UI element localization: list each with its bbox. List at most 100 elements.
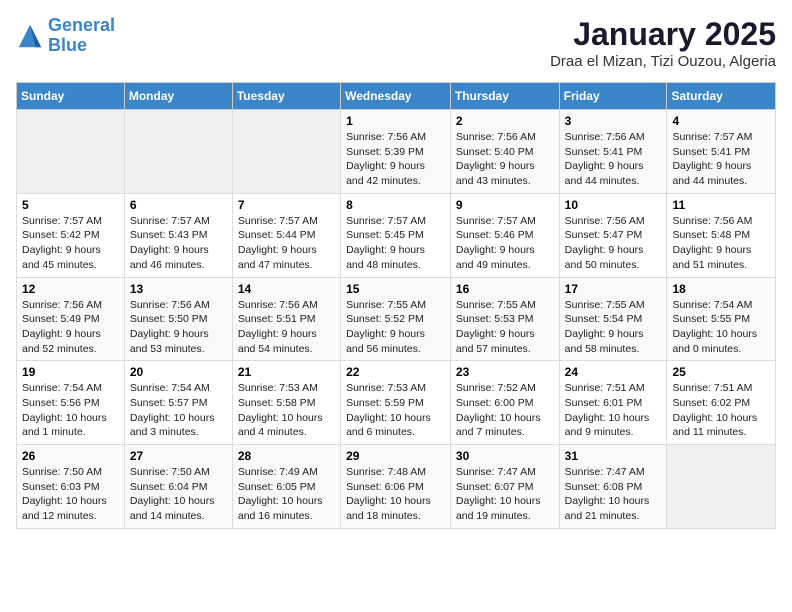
day-number: 20 (130, 365, 227, 379)
calendar-cell: 13 Sunrise: 7:56 AM Sunset: 5:50 PM Dayli… (124, 277, 232, 361)
calendar-cell (124, 110, 232, 194)
day-info: Sunrise: 7:56 AM Sunset: 5:50 PM Dayligh… (130, 298, 227, 357)
day-number: 16 (456, 282, 554, 296)
day-number: 24 (565, 365, 662, 379)
logo-line2: Blue (48, 35, 87, 55)
calendar-cell: 11 Sunrise: 7:56 AM Sunset: 5:48 PM Dayli… (667, 193, 776, 277)
day-info: Sunrise: 7:56 AM Sunset: 5:49 PM Dayligh… (22, 298, 119, 357)
logo-text: General Blue (48, 16, 115, 56)
calendar-cell: 31 Sunrise: 7:47 AM Sunset: 6:08 PM Dayli… (559, 445, 667, 529)
weekday-header: Friday (559, 83, 667, 110)
title-area: January 2025 Draa el Mizan, Tizi Ouzou, … (550, 16, 776, 70)
day-info: Sunrise: 7:56 AM Sunset: 5:51 PM Dayligh… (238, 298, 335, 357)
day-number: 10 (565, 198, 662, 212)
day-number: 6 (130, 198, 227, 212)
day-info: Sunrise: 7:50 AM Sunset: 6:03 PM Dayligh… (22, 465, 119, 524)
calendar-cell: 14Sunrise: 7:56 AM Sunset: 5:51 PM Dayli… (232, 277, 340, 361)
day-number: 8 (346, 198, 445, 212)
calendar-cell: 10 Sunrise: 7:56 AM Sunset: 5:47 PM Dayli… (559, 193, 667, 277)
weekday-header: Wednesday (341, 83, 451, 110)
day-number: 18 (672, 282, 770, 296)
calendar-cell: 17 Sunrise: 7:55 AM Sunset: 5:54 PM Dayli… (559, 277, 667, 361)
day-info: Sunrise: 7:55 AM Sunset: 5:54 PM Dayligh… (565, 298, 662, 357)
day-info: Sunrise: 7:47 AM Sunset: 6:08 PM Dayligh… (565, 465, 662, 524)
calendar-cell: 23 Sunrise: 7:52 AM Sunset: 6:00 PM Dayli… (450, 361, 559, 445)
month-title: January 2025 (550, 16, 776, 53)
day-number: 17 (565, 282, 662, 296)
day-number: 27 (130, 449, 227, 463)
day-number: 2 (456, 114, 554, 128)
weekday-header: Thursday (450, 83, 559, 110)
day-info: Sunrise: 7:54 AM Sunset: 5:57 PM Dayligh… (130, 381, 227, 440)
day-info: Sunrise: 7:57 AM Sunset: 5:42 PM Dayligh… (22, 214, 119, 273)
calendar-cell (17, 110, 125, 194)
calendar-week-row: 12Sunrise: 7:56 AM Sunset: 5:49 PM Dayli… (17, 277, 776, 361)
calendar-cell: 6 Sunrise: 7:57 AM Sunset: 5:43 PM Daylig… (124, 193, 232, 277)
day-number: 21 (238, 365, 335, 379)
weekday-header: Saturday (667, 83, 776, 110)
day-info: Sunrise: 7:55 AM Sunset: 5:52 PM Dayligh… (346, 298, 445, 357)
day-info: Sunrise: 7:47 AM Sunset: 6:07 PM Dayligh… (456, 465, 554, 524)
weekday-header: Tuesday (232, 83, 340, 110)
calendar-cell: 18 Sunrise: 7:54 AM Sunset: 5:55 PM Dayli… (667, 277, 776, 361)
calendar-cell: 2 Sunrise: 7:56 AM Sunset: 5:40 PM Daylig… (450, 110, 559, 194)
day-number: 4 (672, 114, 770, 128)
calendar-cell: 9Sunrise: 7:57 AM Sunset: 5:46 PM Daylig… (450, 193, 559, 277)
calendar-cell: 3Sunrise: 7:56 AM Sunset: 5:41 PM Daylig… (559, 110, 667, 194)
day-info: Sunrise: 7:53 AM Sunset: 5:58 PM Dayligh… (238, 381, 335, 440)
calendar-cell: 30 Sunrise: 7:47 AM Sunset: 6:07 PM Dayli… (450, 445, 559, 529)
logo-line1: General (48, 15, 115, 35)
calendar-cell (667, 445, 776, 529)
day-info: Sunrise: 7:56 AM Sunset: 5:41 PM Dayligh… (565, 130, 662, 189)
day-info: Sunrise: 7:51 AM Sunset: 6:02 PM Dayligh… (672, 381, 770, 440)
day-number: 11 (672, 198, 770, 212)
day-info: Sunrise: 7:50 AM Sunset: 6:04 PM Dayligh… (130, 465, 227, 524)
calendar-cell: 12Sunrise: 7:56 AM Sunset: 5:49 PM Dayli… (17, 277, 125, 361)
weekday-header: Monday (124, 83, 232, 110)
day-info: Sunrise: 7:57 AM Sunset: 5:44 PM Dayligh… (238, 214, 335, 273)
calendar-cell: 21 Sunrise: 7:53 AM Sunset: 5:58 PM Dayli… (232, 361, 340, 445)
day-number: 13 (130, 282, 227, 296)
calendar-cell: 16 Sunrise: 7:55 AM Sunset: 5:53 PM Dayli… (450, 277, 559, 361)
calendar-cell: 29 Sunrise: 7:48 AM Sunset: 6:06 PM Dayli… (341, 445, 451, 529)
day-info: Sunrise: 7:54 AM Sunset: 5:55 PM Dayligh… (672, 298, 770, 357)
calendar-cell: 28 Sunrise: 7:49 AM Sunset: 6:05 PM Dayli… (232, 445, 340, 529)
day-info: Sunrise: 7:52 AM Sunset: 6:00 PM Dayligh… (456, 381, 554, 440)
day-info: Sunrise: 7:56 AM Sunset: 5:48 PM Dayligh… (672, 214, 770, 273)
day-number: 19 (22, 365, 119, 379)
calendar-cell: 15 Sunrise: 7:55 AM Sunset: 5:52 PM Dayli… (341, 277, 451, 361)
calendar-cell: 20 Sunrise: 7:54 AM Sunset: 5:57 PM Dayli… (124, 361, 232, 445)
day-number: 30 (456, 449, 554, 463)
calendar-cell: 7 Sunrise: 7:57 AM Sunset: 5:44 PM Daylig… (232, 193, 340, 277)
day-number: 31 (565, 449, 662, 463)
day-number: 28 (238, 449, 335, 463)
logo: General Blue (16, 16, 115, 56)
day-number: 1 (346, 114, 445, 128)
day-number: 15 (346, 282, 445, 296)
calendar-week-row: 5 Sunrise: 7:57 AM Sunset: 5:42 PM Daylig… (17, 193, 776, 277)
day-info: Sunrise: 7:56 AM Sunset: 5:40 PM Dayligh… (456, 130, 554, 189)
day-number: 7 (238, 198, 335, 212)
calendar-cell (232, 110, 340, 194)
day-info: Sunrise: 7:48 AM Sunset: 6:06 PM Dayligh… (346, 465, 445, 524)
calendar-cell: 19 Sunrise: 7:54 AM Sunset: 5:56 PM Dayli… (17, 361, 125, 445)
calendar-cell: 24Sunrise: 7:51 AM Sunset: 6:01 PM Dayli… (559, 361, 667, 445)
day-info: Sunrise: 7:57 AM Sunset: 5:45 PM Dayligh… (346, 214, 445, 273)
day-info: Sunrise: 7:55 AM Sunset: 5:53 PM Dayligh… (456, 298, 554, 357)
weekday-header-row: SundayMondayTuesdayWednesdayThursdayFrid… (17, 83, 776, 110)
calendar-table: SundayMondayTuesdayWednesdayThursdayFrid… (16, 82, 776, 529)
calendar-cell: 8 Sunrise: 7:57 AM Sunset: 5:45 PM Daylig… (341, 193, 451, 277)
header: General Blue January 2025 Draa el Mizan,… (16, 16, 776, 70)
day-number: 29 (346, 449, 445, 463)
calendar-cell: 26 Sunrise: 7:50 AM Sunset: 6:03 PM Dayli… (17, 445, 125, 529)
day-number: 26 (22, 449, 119, 463)
day-info: Sunrise: 7:49 AM Sunset: 6:05 PM Dayligh… (238, 465, 335, 524)
day-info: Sunrise: 7:57 AM Sunset: 5:43 PM Dayligh… (130, 214, 227, 273)
day-number: 5 (22, 198, 119, 212)
day-info: Sunrise: 7:54 AM Sunset: 5:56 PM Dayligh… (22, 381, 119, 440)
day-info: Sunrise: 7:56 AM Sunset: 5:39 PM Dayligh… (346, 130, 445, 189)
calendar-cell: 5 Sunrise: 7:57 AM Sunset: 5:42 PM Daylig… (17, 193, 125, 277)
calendar-week-row: 19 Sunrise: 7:54 AM Sunset: 5:56 PM Dayli… (17, 361, 776, 445)
day-info: Sunrise: 7:56 AM Sunset: 5:47 PM Dayligh… (565, 214, 662, 273)
day-number: 23 (456, 365, 554, 379)
